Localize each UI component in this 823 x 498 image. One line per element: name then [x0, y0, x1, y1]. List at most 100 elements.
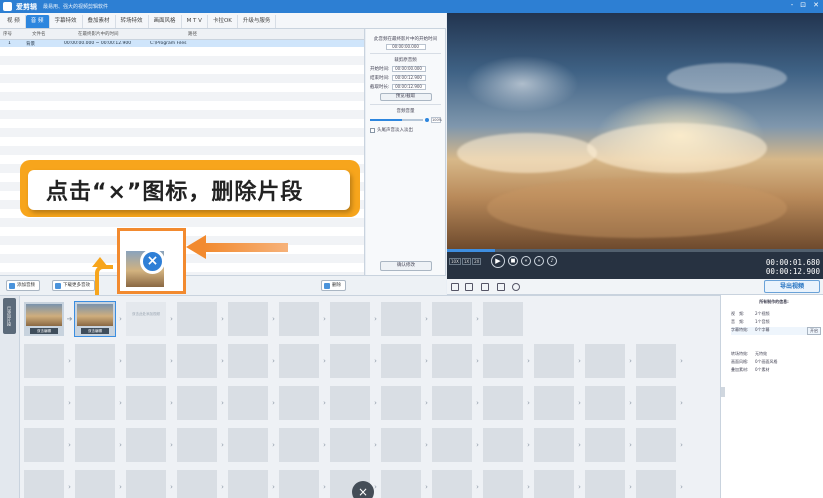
start-position-field[interactable]: 00:00:00.000: [385, 44, 426, 50]
minimize-button[interactable]: -: [791, 1, 794, 9]
speed-option[interactable]: 2X: [472, 258, 482, 265]
empty-slot[interactable]: [75, 344, 115, 378]
col-index[interactable]: 序号: [0, 31, 14, 37]
snapshot-icon[interactable]: [481, 283, 489, 291]
empty-slot[interactable]: [585, 386, 625, 420]
table-row[interactable]: 1 背景 00:00:00.000 ~ 00:00:12.900 C:\Prog…: [0, 40, 364, 47]
empty-slot[interactable]: [279, 470, 319, 498]
empty-slot[interactable]: [381, 386, 421, 420]
empty-slot[interactable]: [636, 470, 676, 498]
download-effects-button[interactable]: 下载更多音效: [52, 280, 95, 291]
empty-slot[interactable]: [228, 428, 268, 462]
empty-slot[interactable]: [279, 386, 319, 420]
tab-mtv[interactable]: M T V: [182, 15, 208, 28]
fade-checkbox[interactable]: 头尾声音淡入淡出: [370, 127, 441, 133]
empty-slot[interactable]: [279, 302, 319, 336]
delete-button[interactable]: 删除: [321, 280, 346, 291]
empty-slot[interactable]: [432, 386, 472, 420]
volume-slider[interactable]: 100%: [370, 117, 442, 123]
save-icon[interactable]: [451, 283, 459, 291]
volume-knob[interactable]: [425, 118, 429, 122]
empty-slot[interactable]: [381, 470, 421, 498]
restore-button[interactable]: ⊡: [800, 1, 806, 9]
forward-icon[interactable]: »: [534, 256, 544, 266]
empty-slot[interactable]: [75, 386, 115, 420]
tab-karaoke[interactable]: 卡拉OK: [208, 15, 238, 28]
empty-slot[interactable]: [24, 344, 64, 378]
add-clip-slot[interactable]: 双击此处添加视频: [126, 302, 166, 336]
empty-slot[interactable]: [483, 470, 523, 498]
empty-slot[interactable]: [381, 302, 421, 336]
preview-clip-button[interactable]: 预览/截取: [379, 93, 432, 101]
empty-slot[interactable]: [126, 344, 166, 378]
empty-slot[interactable]: [126, 470, 166, 498]
empty-slot[interactable]: [534, 428, 574, 462]
empty-slot[interactable]: [330, 428, 370, 462]
fullscreen-icon[interactable]: [497, 283, 505, 291]
tab-audio[interactable]: 音 频: [25, 15, 50, 28]
clip-2[interactable]: 双击编辑: [74, 301, 116, 337]
col-time[interactable]: 在最终影片中的时间: [48, 31, 158, 37]
empty-slot[interactable]: [330, 344, 370, 378]
clip-1[interactable]: 双击编辑: [24, 302, 64, 336]
empty-slot[interactable]: [177, 428, 217, 462]
empty-slot[interactable]: [228, 302, 268, 336]
video-preview[interactable]: [447, 13, 823, 249]
empty-slot[interactable]: [279, 344, 319, 378]
empty-slot[interactable]: [126, 386, 166, 420]
empty-slot[interactable]: [432, 302, 472, 336]
empty-slot[interactable]: [24, 470, 64, 498]
empty-slot[interactable]: [534, 386, 574, 420]
play-icon[interactable]: ▶: [491, 254, 505, 268]
empty-slot[interactable]: [381, 344, 421, 378]
stop-icon[interactable]: ■: [508, 256, 518, 266]
tab-subtitle-effects[interactable]: 字幕特效: [50, 15, 83, 28]
empty-slot[interactable]: [483, 428, 523, 462]
empty-slot[interactable]: [228, 386, 268, 420]
empty-slot[interactable]: [126, 428, 166, 462]
empty-slot[interactable]: [636, 428, 676, 462]
empty-slot[interactable]: [24, 428, 64, 462]
empty-slot[interactable]: [381, 428, 421, 462]
volume-track[interactable]: [370, 119, 423, 121]
empty-slot[interactable]: [432, 344, 472, 378]
empty-slot[interactable]: [483, 386, 523, 420]
empty-slot[interactable]: [432, 428, 472, 462]
close-floating-icon[interactable]: ×: [352, 481, 374, 498]
empty-slot[interactable]: [75, 428, 115, 462]
volume-icon[interactable]: ♪: [547, 256, 557, 266]
empty-slot[interactable]: [24, 386, 64, 420]
tab-video[interactable]: 视 频: [2, 15, 26, 28]
empty-slot[interactable]: [483, 302, 523, 336]
folder-icon[interactable]: [465, 283, 473, 291]
confirm-button[interactable]: 确认修改: [380, 261, 432, 271]
tab-upgrade[interactable]: 升级与服务: [238, 15, 277, 28]
end-time-field[interactable]: 00:00:12.900: [391, 75, 426, 81]
speed-option[interactable]: 1X: [461, 258, 472, 265]
empty-slot[interactable]: [177, 302, 217, 336]
empty-slot[interactable]: [75, 470, 115, 498]
empty-slot[interactable]: [177, 344, 217, 378]
collapse-handle[interactable]: [721, 387, 725, 397]
empty-slot[interactable]: [177, 386, 217, 420]
enable-button[interactable]: 开启: [807, 327, 821, 335]
col-filename[interactable]: 文件名: [14, 31, 48, 37]
empty-slot[interactable]: [483, 344, 523, 378]
tab-overlay[interactable]: 叠加素材: [83, 15, 116, 28]
empty-slot[interactable]: [636, 386, 676, 420]
empty-slot[interactable]: [534, 470, 574, 498]
tab-transition[interactable]: 转场特效: [116, 15, 149, 28]
empty-slot[interactable]: [534, 344, 574, 378]
empty-slot[interactable]: [228, 470, 268, 498]
empty-slot[interactable]: [585, 470, 625, 498]
empty-slot[interactable]: [636, 344, 676, 378]
tab-picture-style[interactable]: 画面风格: [149, 15, 182, 28]
empty-slot[interactable]: [330, 302, 370, 336]
rewind-icon[interactable]: «: [521, 256, 531, 266]
empty-slot[interactable]: [330, 386, 370, 420]
checkbox-box[interactable]: [370, 127, 375, 133]
export-video-button[interactable]: 导出视频: [764, 280, 820, 293]
start-time-field[interactable]: 00:00:00.000: [391, 66, 426, 72]
add-audio-button[interactable]: 添加音频: [6, 280, 40, 291]
empty-slot[interactable]: [279, 428, 319, 462]
